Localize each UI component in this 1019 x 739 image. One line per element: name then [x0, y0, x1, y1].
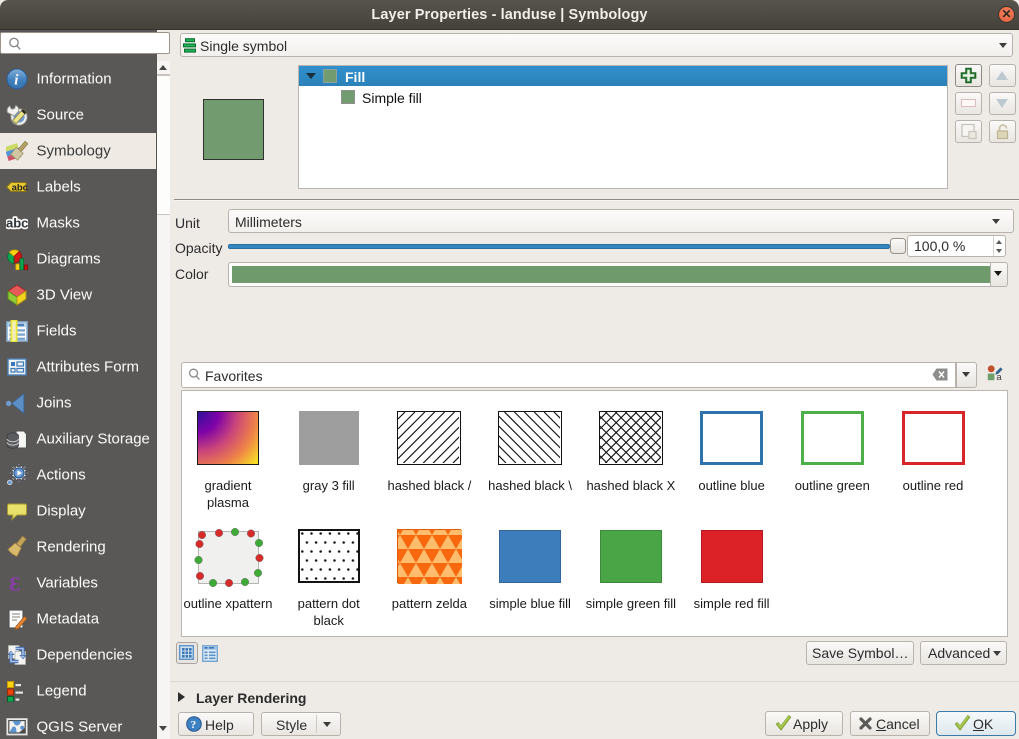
svg-text:Ɛ: Ɛ [9, 572, 20, 594]
svg-text:a: a [996, 372, 1002, 381]
svg-text:abc: abc [12, 183, 28, 194]
svg-text:?: ? [191, 719, 197, 731]
svg-text:abc: abc [6, 216, 28, 231]
